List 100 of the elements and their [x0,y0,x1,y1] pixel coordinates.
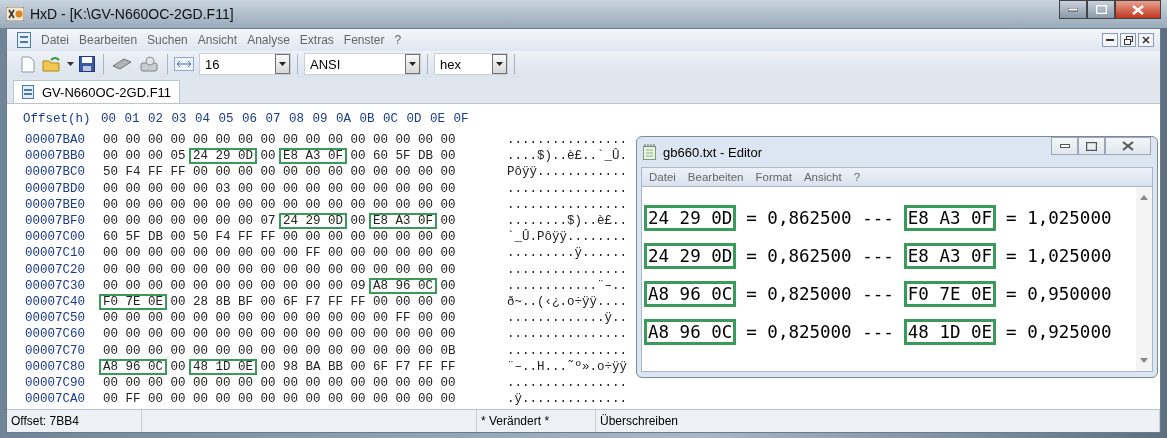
ascii-text: `_Û.Pôÿÿ........ [507,230,628,245]
offset-cell-text: 00007BB0 [24,149,86,164]
menu-item[interactable]: Format [752,171,795,183]
document-icon [17,32,31,48]
value-text: = 0,862500 --- [745,245,895,268]
minimize-icon [1059,144,1070,148]
hex-bytes: 00 00 00 00 00 00 00 00 00 00 00 00 00 00 00 0B [102,342,457,359]
column-header: 0C [383,112,399,126]
hex-bytes: 60 5F DB 00 50 F4 FF FF 00 00 00 00 00 00 00 00 [102,229,457,246]
offset-cell-text: 00007C70 [24,343,86,358]
hex-bytes: 00 00 00 00 00 00 00 00 00 00 00 00 00 00 00 00 [102,261,457,278]
hex-bytes: E8 A3 0F [903,205,997,231]
close-button[interactable] [1105,137,1151,155]
value-text: = 1,025000 [1005,245,1113,268]
column-header: 09 [312,112,329,126]
offset-cell-text: 00007C20 [24,262,86,277]
offset-cell-text: 00007BC0 [24,165,86,180]
menu-item[interactable]: Bearbeiten [75,33,142,47]
minimize-button[interactable] [1059,0,1087,19]
menu-item[interactable]: Ansicht [193,33,242,47]
ascii-text: ............¨–.. [507,278,628,293]
caret-icon [279,62,286,66]
dropdown-field[interactable]: hex [434,53,508,75]
ascii-text: .........ÿ...... [507,246,628,261]
ascii-text: ................ [507,133,628,148]
ascii-text: ¨–..H...˜º».o÷ÿÿ [507,359,628,374]
restore-button[interactable] [1120,33,1136,47]
value-text: = 0,825000 --- [745,283,895,306]
hex-bytes: 50 F4 FF FF 00 00 00 00 00 00 00 00 00 00 00 00 [102,164,457,181]
offset-cell-text: 00007BF0 [24,214,86,229]
column-header: 02 [148,112,164,126]
menu-item[interactable]: Suchen [143,33,192,47]
maximize-button[interactable] [1087,0,1115,19]
save-button[interactable] [77,55,97,73]
dropdown-field[interactable]: 16 [199,53,291,75]
value-text: = 0,862500 --- [745,207,895,230]
up-arrow-icon [1140,195,1148,200]
column-header: 04 [195,112,211,126]
value-text: = 0,950000 [1005,283,1113,306]
ascii-text: .ÿ.............. [507,392,628,407]
caret-icon [496,62,503,66]
hex-bytes: 00 00 00 00 00 03 00 00 00 00 00 00 00 00 00 00 [102,180,457,197]
menu-item[interactable]: Ansicht [800,171,845,183]
status-text: * Verändert * [481,414,550,428]
dropdown-field[interactable]: ANSI [304,53,421,75]
hex-bytes: E8 A3 0F [903,243,997,269]
ascii-text: ................ [507,262,628,277]
window-title: HxD - [K:\GV-N660OC-2GD.F11] [30,6,234,22]
minimize-button[interactable] [1102,33,1118,47]
status-text: Offset: 7BB4 [11,414,79,428]
hex-bytes: 00 [439,213,457,230]
hex-bytes: 24 29 0D [644,243,737,269]
hex-bytes: 00 FF 00 00 00 00 00 00 00 00 00 00 00 00 00 00 [102,391,457,408]
ascii-text: ................ [507,375,628,390]
value-text: = 0,825000 --- [745,321,895,344]
ascii-text: Pôÿÿ............ [507,165,628,180]
file-tab[interactable]: GV-N660OC-2GD.F11 [13,80,181,103]
offset-cell-text: 00007CA0 [24,392,86,407]
hex-bytes: 00 00 00 00 00 00 00 00 00 00 00 09 [102,277,367,294]
hex-bytes: 24 29 0D [279,213,348,230]
column-header: 06 [242,112,258,126]
dropdown-button[interactable] [67,62,74,66]
maximize-icon [1095,5,1107,14]
app-logo-icon [6,7,24,21]
menu-item[interactable]: ? [390,33,406,47]
minimize-icon [1106,38,1114,42]
column-header: 0F [453,112,470,126]
offset-cell-text: 00007C60 [24,327,86,342]
hex-bytes: 24 29 0D [189,148,258,165]
maximize-button[interactable] [1078,137,1105,155]
hex-bytes: A8 96 0C [369,277,438,294]
ascii-text: ð~..(‹¿.o÷ÿÿ.... [507,294,628,309]
hex-bytes: 00 60 5F DB 00 [349,148,457,165]
ascii-text: ........$)..è£.. [507,214,628,229]
down-arrow-icon [1140,358,1148,363]
scrollbar[interactable] [1136,187,1152,371]
caret-icon [67,62,74,66]
close-button[interactable] [1138,33,1154,47]
ram-button[interactable] [110,57,134,71]
menu-item[interactable]: Fenster [339,33,389,47]
menu-item[interactable]: Analyse [243,33,294,47]
close-button[interactable] [1115,0,1161,19]
offset-cell-text: 00007BD0 [24,181,86,196]
width-arrows-icon [174,57,194,71]
ascii-text: .............ÿ.. [507,311,628,326]
hex-bytes: 00 [169,358,187,375]
close-icon [1122,141,1134,151]
offset-cell-text: 00007C50 [24,311,86,326]
column-header: 08 [289,112,305,126]
ascii-text: ....$)..è£..`_Û. [507,149,628,164]
hex-bytes: E8 A3 0F [279,148,348,165]
menu-item[interactable]: Bearbeiten [684,171,747,183]
menu-item[interactable]: Datei [646,171,679,183]
hex-bytes: 48 1D 0E [903,319,997,345]
minimize-button[interactable] [1051,137,1078,155]
menu-item[interactable]: ? [850,171,864,183]
column-header: 07 [265,112,282,126]
menu-item[interactable]: Extras [295,33,338,47]
maximize-icon [1086,141,1097,151]
menu-item[interactable]: Datei [37,33,73,47]
